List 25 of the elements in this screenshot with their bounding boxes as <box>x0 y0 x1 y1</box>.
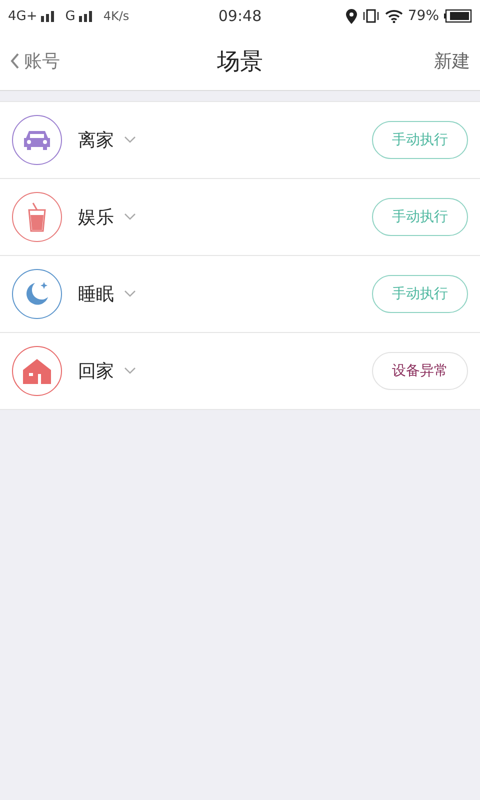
back-button[interactable]: 账号 <box>10 49 60 73</box>
battery-percent: 79% <box>408 8 440 24</box>
chevron-down-icon[interactable] <box>124 367 136 375</box>
house-icon <box>22 358 52 384</box>
new-button[interactable]: 新建 <box>434 49 470 73</box>
chevron-down-icon[interactable] <box>124 136 136 144</box>
scene-name[interactable]: 离家 <box>78 128 114 152</box>
network-type: G <box>65 8 76 24</box>
chevron-down-icon[interactable] <box>124 213 136 221</box>
scene-name[interactable]: 睡眠 <box>78 282 114 306</box>
location-pin-icon <box>346 8 357 24</box>
battery-icon <box>444 9 472 23</box>
vibrate-icon <box>362 9 380 23</box>
wifi-icon <box>384 9 403 23</box>
network-type: 4G+ <box>8 8 38 24</box>
network-speed: 4K/s <box>103 9 130 23</box>
chevron-down-icon[interactable] <box>124 290 136 298</box>
chevron-left-icon <box>10 53 20 69</box>
car-icon <box>23 129 51 151</box>
drink-icon <box>27 202 47 232</box>
page-title: 场景 <box>217 48 263 76</box>
scene-name[interactable]: 回家 <box>78 359 114 383</box>
scene-name[interactable]: 娱乐 <box>78 205 114 229</box>
clock-time: 09:48 <box>218 7 262 25</box>
device-error-button[interactable]: 设备异常 <box>372 352 468 390</box>
